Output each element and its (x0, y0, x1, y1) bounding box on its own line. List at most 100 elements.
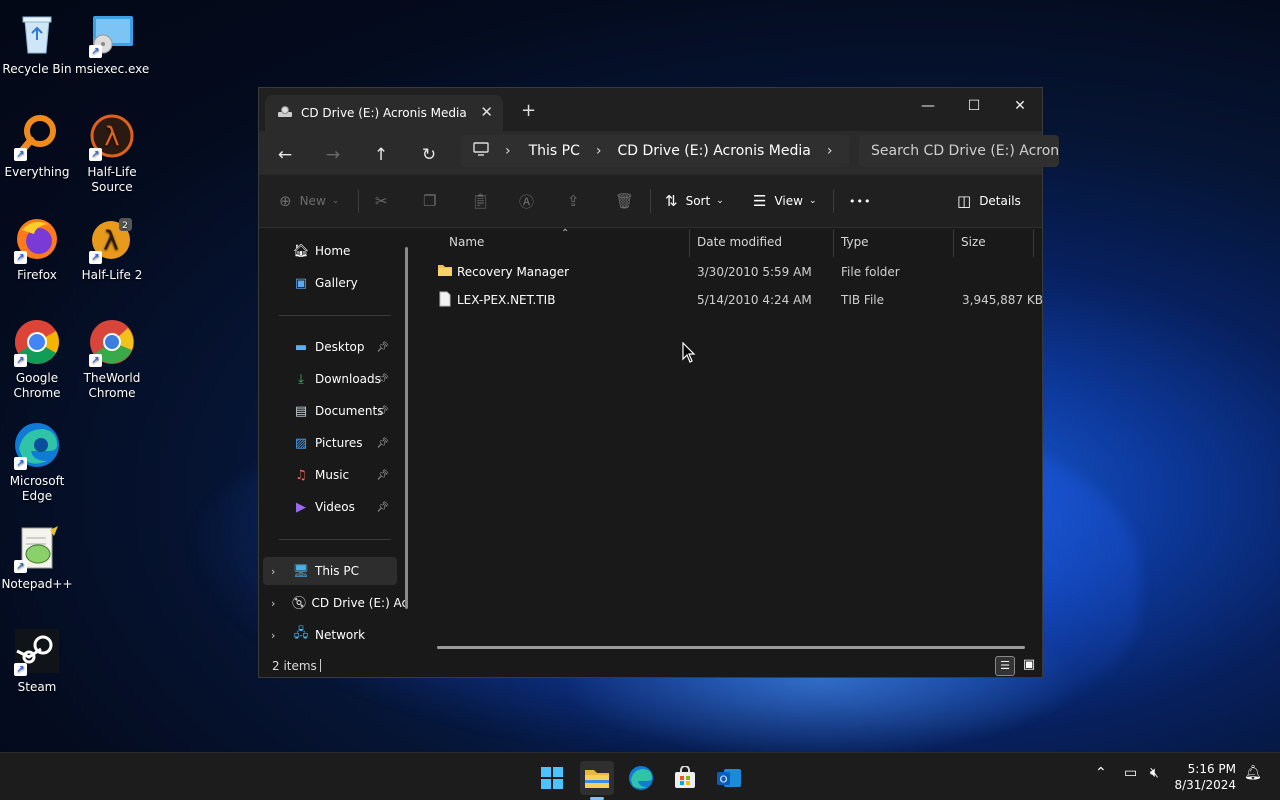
tab-cd-drive[interactable]: CD Drive (E:) Acronis Media ✕ (265, 95, 503, 131)
minimize-button[interactable]: — (905, 92, 951, 120)
column-divider[interactable] (833, 229, 834, 257)
file-name: LEX-PEX.NET.TIB (457, 293, 556, 307)
view-button[interactable]: ☰ View ⌄ (753, 189, 816, 213)
nav-item-videos[interactable]: ▶ Videos 📌︎ (263, 493, 397, 521)
nav-item-cd-drive[interactable]: › 💿︎ CD Drive (E:) Ac (263, 589, 408, 617)
pin-icon[interactable]: 📌︎ (376, 438, 389, 449)
notepadpp-icon: ↗ (12, 523, 62, 573)
nav-label: Gallery (315, 276, 358, 290)
desktop-icon-everything[interactable]: ↗ Everything (0, 111, 74, 180)
new-button[interactable]: ⊕ New ⌄ (279, 189, 339, 213)
rename-icon[interactable]: Ⓐ (519, 189, 542, 213)
desktop-icon-msiexec[interactable]: ↗ msiexec.exe (75, 8, 149, 77)
desktop-icon-google-chrome[interactable]: ↗ Google Chrome (0, 317, 74, 401)
column-divider[interactable] (689, 229, 690, 257)
pin-icon[interactable]: 📌︎ (376, 406, 389, 417)
forward-arrow-icon[interactable]: → (317, 139, 349, 171)
paste-icon[interactable]: 📋︎ (471, 189, 498, 213)
documents-icon: ▤ (294, 403, 308, 419)
desktop-icon-steam[interactable]: ↗ Steam (0, 626, 74, 695)
search-input[interactable]: Search CD Drive (E:) Acronis Media (859, 135, 1059, 167)
refresh-icon[interactable]: ↻ (413, 139, 445, 171)
system-clock[interactable]: 5:16 PM 8/31/2024 (1174, 761, 1236, 793)
details-view-icon[interactable]: ☰ (995, 656, 1015, 676)
pin-icon[interactable]: 📌︎ (376, 374, 389, 385)
desktop-icon-notepadpp[interactable]: ↗ Notepad++ (0, 523, 74, 592)
column-header-type[interactable]: Type (841, 229, 869, 257)
tiles-view-icon[interactable]: ▣ (1019, 656, 1039, 676)
chevron-right-icon[interactable]: › (271, 629, 275, 642)
nav-item-network[interactable]: › 🖧 Network (263, 621, 397, 649)
show-hidden-icons-chevron-icon[interactable]: ⌃ (1095, 765, 1107, 781)
edge-taskbar-button[interactable] (624, 761, 658, 795)
notification-bell-icon[interactable]: 🔔︎ (1244, 765, 1262, 781)
desktop-icon-microsoft-edge[interactable]: ↗ Microsoft Edge (0, 420, 74, 504)
nav-item-home[interactable]: 🏠︎ Home (263, 237, 397, 265)
network-icon: 🖧 (293, 626, 309, 641)
desktop-icon-half-life-2[interactable]: λ2 ↗ Half-Life 2 (75, 214, 149, 283)
cut-icon[interactable]: ✂ (375, 189, 396, 213)
pin-icon[interactable]: 📌︎ (376, 502, 389, 513)
sort-label: Sort (685, 194, 711, 208)
back-arrow-icon[interactable]: ← (269, 139, 301, 171)
music-icon: ♫ (295, 467, 307, 483)
column-divider[interactable] (953, 229, 954, 257)
nav-item-music[interactable]: ♫ Music 📌︎ (263, 461, 397, 489)
shortcut-arrow-icon: ↗ (89, 148, 102, 161)
nav-label: CD Drive (E:) Ac (311, 596, 409, 610)
network-status-icon[interactable]: ▭ (1124, 765, 1137, 781)
share-icon[interactable]: ⇪ (567, 189, 588, 213)
desktop-icon-half-life-source[interactable]: λ ↗ Half-Life Source (75, 111, 149, 195)
details-button[interactable]: ◫ Details (957, 189, 1021, 213)
new-tab-button[interactable]: + (521, 100, 536, 121)
pin-icon[interactable]: 📌︎ (376, 342, 389, 353)
nav-label: Pictures (315, 436, 363, 450)
desktop-icon-theworld-chrome[interactable]: ↗ TheWorld Chrome (75, 317, 149, 401)
more-options-icon[interactable]: ••• (849, 189, 871, 213)
file-explorer-taskbar-button[interactable] (580, 761, 614, 795)
file-row[interactable]: LEX-PEX.NET.TIB 5/14/2010 4:24 AM TIB Fi… (433, 287, 1043, 315)
nav-item-this-pc[interactable]: › 🖥︎ This PC (263, 557, 397, 585)
half-life-2-icon: λ2 ↗ (87, 214, 137, 264)
view-label: View (774, 194, 803, 208)
divider (279, 315, 391, 316)
column-header-name[interactable]: Name (449, 229, 484, 257)
horizontal-scrollbar[interactable] (437, 646, 1025, 649)
nav-item-desktop[interactable]: ▬ Desktop 📌︎ (263, 333, 397, 361)
recycle-bin-icon (12, 8, 62, 58)
delete-icon[interactable]: 🗑︎ (615, 189, 642, 213)
close-window-button[interactable]: ✕ (997, 92, 1043, 120)
nav-item-pictures[interactable]: ▨ Pictures 📌︎ (263, 429, 397, 457)
outlook-taskbar-button[interactable]: O (712, 761, 746, 795)
address-bar[interactable]: › This PC › CD Drive (E:) Acronis Media … (461, 135, 849, 167)
maximize-button[interactable]: ☐ (951, 92, 997, 120)
breadcrumb-cd-drive[interactable]: CD Drive (E:) Acronis Media (618, 143, 811, 159)
nav-item-gallery[interactable]: ▣ Gallery (263, 269, 397, 297)
breadcrumb-this-pc[interactable]: This PC (529, 143, 580, 159)
copy-icon[interactable]: ❐ (423, 189, 444, 213)
store-taskbar-button[interactable] (668, 761, 702, 795)
nav-item-documents[interactable]: ▤ Documents 📌︎ (263, 397, 397, 425)
sort-button[interactable]: ⇅ Sort ⌄ (665, 189, 724, 213)
desktop-icon-firefox[interactable]: ↗ Firefox (0, 214, 74, 283)
nav-scrollbar[interactable] (405, 247, 408, 609)
chevron-right-icon[interactable]: › (271, 597, 275, 610)
file-row[interactable]: Recovery Manager 3/30/2010 5:59 AM File … (433, 259, 1033, 287)
command-bar: ⊕ New ⌄ ✂ ❐ 📋︎ Ⓐ ⇪ 🗑︎ ⇅ Sort ⌄ ☰ View ⌄ … (259, 175, 1042, 228)
taskbar: O ⌃ ▭ 🔇︎ 5:16 PM 8/31/2024 🔔︎ (0, 752, 1280, 800)
half-life-icon: λ ↗ (87, 111, 137, 161)
desktop-icon-recycle-bin[interactable]: Recycle Bin (0, 8, 74, 77)
nav-item-downloads[interactable]: ⤓ Downloads 📌︎ (263, 365, 397, 393)
pin-icon[interactable]: 📌︎ (376, 470, 389, 481)
up-arrow-icon[interactable]: ↑ (365, 139, 397, 171)
chevron-right-icon[interactable]: › (271, 565, 275, 578)
start-button[interactable] (535, 761, 569, 795)
column-header-date-modified[interactable]: Date modified (697, 229, 782, 257)
view-icon: ☰ (753, 192, 767, 210)
close-tab-icon[interactable]: ✕ (480, 103, 493, 121)
column-header-size[interactable]: Size (961, 229, 986, 257)
volume-muted-icon[interactable]: 🔇︎ (1150, 765, 1159, 781)
column-divider[interactable] (1033, 229, 1034, 257)
chevron-down-icon: ⌄ (716, 196, 724, 206)
shortcut-arrow-icon: ↗ (89, 354, 102, 367)
